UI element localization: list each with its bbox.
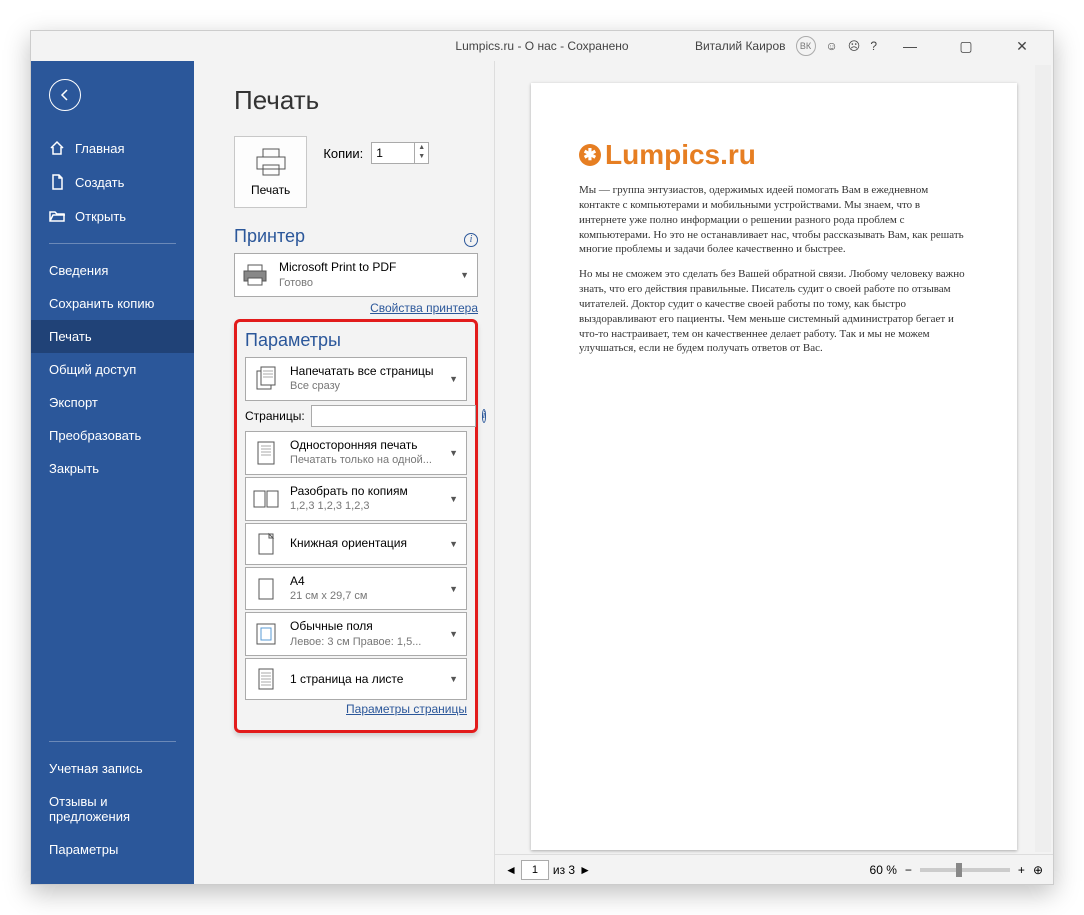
- print-all-pages-dd[interactable]: Напечатать все страницыВсе сразу ▼: [245, 357, 467, 401]
- nav-options[interactable]: Параметры: [31, 833, 194, 866]
- chevron-down-icon: ▼: [447, 674, 460, 684]
- collate-dd[interactable]: Разобрать по копиям1,2,3 1,2,3 1,2,3 ▼: [245, 477, 467, 521]
- pages-label: Страницы:: [245, 409, 305, 423]
- one-side-icon: [255, 440, 277, 466]
- file-icon: [49, 174, 65, 190]
- nav-export[interactable]: Экспорт: [31, 386, 194, 419]
- nav-create[interactable]: Создать: [31, 165, 194, 199]
- nav-account[interactable]: Учетная запись: [31, 752, 194, 785]
- nav-close[interactable]: Закрыть: [31, 452, 194, 485]
- chevron-down-icon: ▼: [447, 584, 460, 594]
- zoom-slider[interactable]: [920, 868, 1010, 872]
- zoom-out-button[interactable]: −: [905, 863, 912, 877]
- settings-highlight: Параметры Напечатать все страницыВсе сра…: [234, 319, 478, 733]
- orientation-dd[interactable]: Книжная ориентация ▼: [245, 523, 467, 565]
- nav-save-copy[interactable]: Сохранить копию: [31, 287, 194, 320]
- margins-dd[interactable]: Обычные поляЛевое: 3 см Правое: 1,5... ▼: [245, 612, 467, 656]
- margins-icon: [255, 622, 277, 646]
- maximize-button[interactable]: ▢: [943, 31, 989, 61]
- print-button[interactable]: Печать: [234, 136, 307, 208]
- preview-footer: ◄ 1 из 3 ► 60 % − + ⊕: [495, 854, 1053, 884]
- settings-section-title: Параметры: [245, 330, 467, 351]
- printer-icon: [242, 264, 268, 286]
- home-icon: [49, 140, 65, 156]
- separator: [49, 243, 176, 244]
- zoom-label: 60 %: [870, 863, 897, 877]
- page-setup-link[interactable]: Параметры страницы: [245, 702, 467, 716]
- copies-spinner[interactable]: ▲▼: [371, 142, 429, 164]
- back-button[interactable]: [49, 79, 81, 111]
- printer-section-title: Принтер: [234, 226, 305, 247]
- pages-input[interactable]: [311, 405, 476, 427]
- separator: [49, 741, 176, 742]
- logo-icon: ✱: [579, 144, 601, 166]
- printer-properties-link[interactable]: Свойства принтера: [234, 301, 478, 315]
- preview-paragraph: Мы — группа энтузиастов, одержимых идеей…: [579, 183, 969, 257]
- chevron-down-icon: ▼: [447, 629, 460, 639]
- spinner-up-icon[interactable]: ▲: [415, 143, 428, 152]
- minimize-button[interactable]: —: [887, 31, 933, 61]
- nav-open[interactable]: Открыть: [31, 199, 194, 233]
- copies-label: Копии:: [323, 146, 363, 161]
- face-happy-icon[interactable]: ☺: [826, 39, 838, 53]
- user-name: Виталий Каиров: [695, 39, 786, 53]
- folder-open-icon: [49, 208, 65, 224]
- sides-dd[interactable]: Односторонняя печатьПечатать только на о…: [245, 431, 467, 475]
- close-button[interactable]: ✕: [999, 31, 1045, 61]
- printer-large-icon: [253, 147, 289, 177]
- scrollbar-vertical[interactable]: [1035, 65, 1051, 852]
- user-initials[interactable]: ВК: [796, 36, 816, 56]
- collate-icon: [253, 489, 279, 509]
- next-page-button[interactable]: ►: [579, 863, 591, 877]
- paper-size-dd[interactable]: A421 см x 29,7 см ▼: [245, 567, 467, 611]
- preview-panel: ✱Lumpics.ru Мы — группа энтузиастов, оде…: [494, 61, 1053, 884]
- preview-logo: ✱Lumpics.ru: [579, 139, 969, 171]
- help-icon[interactable]: ?: [870, 39, 877, 53]
- page-size-icon: [256, 577, 276, 601]
- chevron-down-icon: ▼: [447, 448, 460, 458]
- info-icon[interactable]: i: [464, 233, 478, 247]
- chevron-down-icon: ▼: [447, 374, 460, 384]
- nav-share[interactable]: Общий доступ: [31, 353, 194, 386]
- sheet-icon: [256, 667, 276, 691]
- chevron-down-icon: ▼: [447, 494, 460, 504]
- nav-home[interactable]: Главная: [31, 131, 194, 165]
- sidebar: Главная Создать Открыть Сведения Сохрани…: [31, 61, 194, 884]
- preview-page: ✱Lumpics.ru Мы — группа энтузиастов, оде…: [531, 83, 1017, 850]
- chevron-down-icon: ▼: [458, 270, 471, 280]
- nav-info[interactable]: Сведения: [31, 254, 194, 287]
- page-of-label: из 3: [553, 863, 575, 877]
- page-title: Печать: [234, 85, 478, 116]
- info-icon[interactable]: i: [482, 409, 487, 423]
- nav-feedback[interactable]: Отзывы и предложения: [31, 785, 194, 833]
- nav-transform[interactable]: Преобразовать: [31, 419, 194, 452]
- titlebar: Lumpics.ru - О нас - Сохранено Виталий К…: [31, 31, 1053, 61]
- copies-input[interactable]: [372, 143, 414, 163]
- portrait-icon: [256, 532, 276, 556]
- spinner-down-icon[interactable]: ▼: [415, 152, 428, 161]
- chevron-down-icon: ▼: [447, 539, 460, 549]
- preview-paragraph: Но мы не сможем это сделать без Вашей об…: [579, 267, 969, 356]
- printer-selector[interactable]: Microsoft Print to PDFГотово ▼: [234, 253, 478, 297]
- fit-to-page-button[interactable]: ⊕: [1033, 863, 1043, 877]
- face-sad-icon[interactable]: ☹: [848, 39, 861, 53]
- nav-print[interactable]: Печать: [31, 320, 194, 353]
- prev-page-button[interactable]: ◄: [505, 863, 517, 877]
- page-number-input[interactable]: 1: [521, 860, 549, 880]
- pages-icon: [254, 366, 278, 392]
- zoom-in-button[interactable]: +: [1018, 863, 1025, 877]
- pages-per-sheet-dd[interactable]: 1 страница на листе ▼: [245, 658, 467, 700]
